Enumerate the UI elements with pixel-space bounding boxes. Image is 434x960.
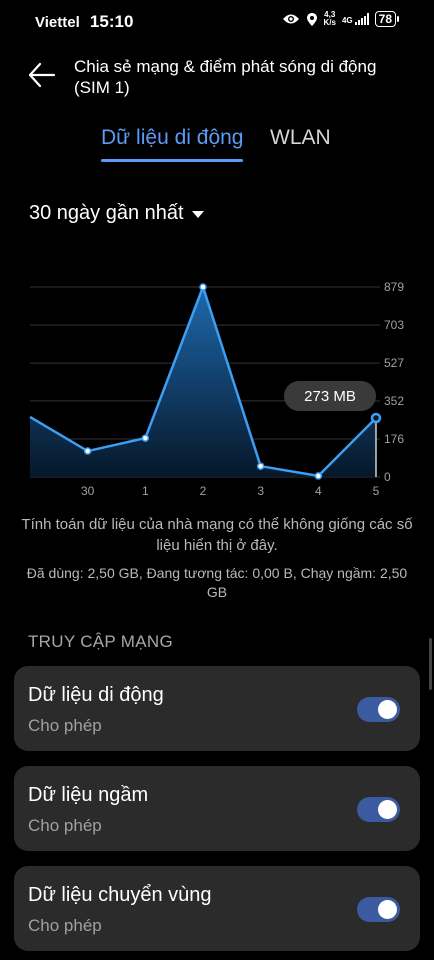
page-title: Chia sẻ mạng & điểm phát sóng di động (S… [74, 57, 377, 97]
usage-summary: Đã dùng: 2,50 GB, Đang tương tác: 0,00 B… [26, 565, 408, 600]
tab-wlan[interactable]: WLAN [270, 126, 331, 150]
data-point [370, 412, 382, 424]
net-speed: 4,3 K/s [324, 11, 336, 27]
usage-chart: 879 703 527 352 176 0 30 1 2 3 4 5 273 MB [0, 270, 434, 500]
location-icon [306, 12, 317, 26]
toggle-title: Dữ liệu chuyển vùng [28, 884, 212, 906]
data-point [141, 434, 150, 442]
tab-mobile-data-label: Dữ liệu di động [101, 126, 244, 149]
switch-knob [378, 900, 397, 919]
switch-knob [378, 800, 397, 819]
toggle-subtitle: Cho phép [28, 716, 102, 735]
data-point [314, 472, 323, 480]
toggle-card-background-data[interactable]: Dữ liệu ngầm Cho phép [14, 766, 420, 851]
toggle-title: Dữ liệu ngầm [28, 784, 149, 806]
y-tick-label: 527 [384, 356, 404, 370]
x-tick-label: 30 [81, 484, 95, 498]
y-tick-label: 352 [384, 394, 404, 408]
tab-active-indicator [101, 159, 244, 162]
y-tick-label: 879 [384, 280, 404, 294]
period-label: 30 ngày gần nhất [29, 202, 184, 224]
x-tick-label: 1 [142, 484, 149, 498]
tab-wlan-label: WLAN [270, 126, 331, 149]
y-tick-label: 0 [384, 470, 391, 484]
back-button[interactable] [26, 58, 60, 92]
caret-down-icon [191, 211, 204, 218]
carrier-label: Viettel 15:10 [35, 12, 133, 32]
mobile-data-switch[interactable] [357, 697, 400, 722]
background-data-switch[interactable] [357, 797, 400, 822]
x-tick-label: 2 [200, 484, 207, 498]
net-speed-unit: K/s [323, 18, 336, 27]
y-tick-label: 703 [384, 318, 404, 332]
carrier-name: Viettel [35, 14, 80, 31]
toggle-subtitle: Cho phép [28, 816, 102, 835]
data-point [83, 447, 92, 455]
status-icons: 4,3 K/s 4G 78 [282, 11, 400, 27]
data-point [199, 283, 207, 291]
carrier-note: Tính toán dữ liệu của nhà mạng có thể kh… [21, 516, 413, 554]
page-header: Chia sẻ mạng & điểm phát sóng di động (S… [0, 52, 434, 102]
roaming-data-switch[interactable] [357, 897, 400, 922]
eye-icon [282, 14, 299, 24]
arrow-left-icon [28, 62, 56, 88]
section-network-access: TRUY CẬP MẠNG [28, 632, 173, 651]
tab-mobile-data[interactable]: Dữ liệu di động [101, 126, 244, 162]
battery-icon: 78 [374, 11, 400, 27]
status-bar: Viettel 15:10 4,3 K/s 4G 78 [0, 0, 434, 42]
scrollbar [429, 638, 432, 690]
x-tick-label: 3 [257, 484, 264, 498]
toggle-title: Dữ liệu di động [28, 684, 164, 706]
tooltip-label: 273 MB [304, 388, 356, 405]
info-block: Tính toán dữ liệu của nhà mạng có thể kh… [20, 514, 414, 602]
tab-bar: Dữ liệu di động WLAN [0, 126, 434, 166]
period-dropdown[interactable]: 30 ngày gần nhất [29, 202, 204, 225]
toggle-card-mobile-data[interactable]: Dữ liệu di động Cho phép [14, 666, 420, 751]
data-point [256, 462, 265, 470]
x-tick-label: 5 [373, 484, 380, 498]
x-tick-label: 4 [315, 484, 322, 498]
toggle-card-roaming-data[interactable]: Dữ liệu chuyển vùng Cho phép [14, 866, 420, 951]
signal-icon: 4G [342, 13, 369, 25]
usage-chart-svg: 879 703 527 352 176 0 30 1 2 3 4 5 273 MB [29, 280, 404, 498]
toggle-subtitle: Cho phép [28, 916, 102, 935]
y-tick-label: 176 [384, 432, 404, 446]
clock: 15:10 [89, 12, 134, 31]
switch-knob [378, 700, 397, 719]
battery-level: 78 [378, 12, 392, 26]
network-type: 4G [341, 16, 353, 25]
